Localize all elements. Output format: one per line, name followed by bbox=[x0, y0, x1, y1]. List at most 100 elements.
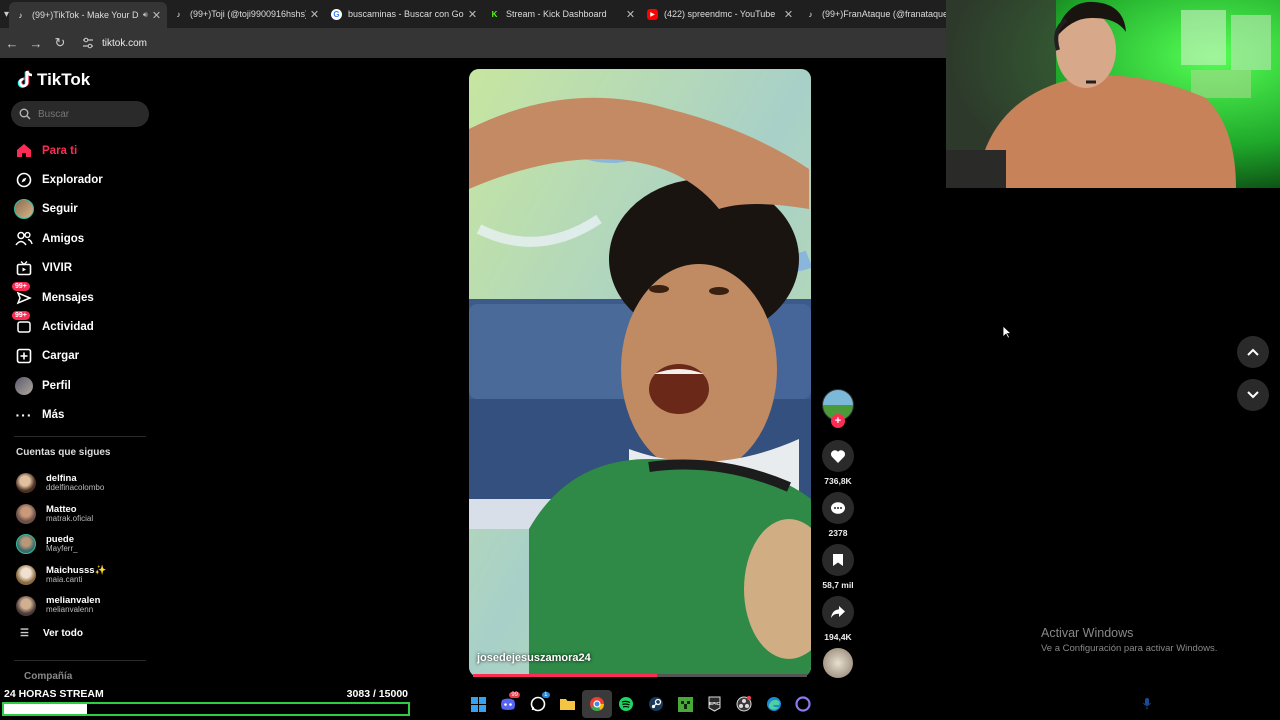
tab-close-icon[interactable]: ✕ bbox=[468, 8, 477, 21]
live-icon bbox=[14, 258, 34, 278]
bookmark-icon bbox=[822, 544, 854, 576]
tiktok-logo[interactable]: TikTok bbox=[16, 70, 90, 90]
video-progress-bar[interactable] bbox=[473, 674, 807, 677]
compass-icon bbox=[14, 170, 34, 190]
profile-avatar-icon bbox=[14, 376, 34, 396]
discord-icon bbox=[501, 698, 516, 710]
forward-icon[interactable]: → bbox=[24, 36, 48, 51]
tab-close-icon[interactable]: ✕ bbox=[152, 9, 161, 22]
microphone-icon bbox=[1143, 698, 1151, 710]
save-button[interactable]: 58,7 mil bbox=[822, 544, 854, 590]
company-link[interactable]: Compañía bbox=[24, 671, 72, 682]
steam-icon bbox=[648, 697, 663, 711]
minecraft-taskbar-button[interactable] bbox=[671, 690, 701, 718]
nav-label: Actividad bbox=[42, 321, 94, 334]
video-username[interactable]: josedejesuszamora24 bbox=[477, 652, 591, 664]
following-account[interactable]: puede Mayferr_ bbox=[16, 529, 156, 560]
chrome-taskbar-button[interactable] bbox=[582, 690, 612, 718]
see-all-button[interactable]: ☰ Ver todo bbox=[20, 628, 83, 639]
obs-taskbar-button[interactable] bbox=[730, 690, 760, 718]
nav-item-perfil[interactable]: Perfil bbox=[14, 371, 154, 400]
nav-item-seguir[interactable]: Seguir bbox=[14, 195, 154, 224]
tab-audio-icon[interactable]: 🔊︎ bbox=[143, 10, 148, 20]
nav-item-explorador[interactable]: Explorador bbox=[14, 165, 154, 194]
discord-taskbar-button[interactable]: 99 bbox=[494, 690, 524, 718]
share-button[interactable]: 194,4K bbox=[822, 596, 854, 642]
following-account[interactable]: Matteo matrak.oficial bbox=[16, 499, 156, 530]
mouse-cursor-icon bbox=[1002, 325, 1012, 339]
avatar bbox=[16, 503, 36, 524]
spotify-taskbar-button[interactable] bbox=[612, 690, 642, 718]
nav-item-vivir[interactable]: VIVIR bbox=[14, 254, 154, 283]
comment-button[interactable]: 2378 bbox=[822, 492, 854, 538]
account-handle: melianvalenn bbox=[46, 605, 94, 615]
back-icon[interactable]: ← bbox=[0, 36, 24, 51]
site-settings-icon[interactable] bbox=[82, 37, 94, 49]
edge-taskbar-button[interactable] bbox=[759, 690, 789, 718]
svg-text:EPIC: EPIC bbox=[709, 701, 720, 706]
obs-icon bbox=[736, 696, 752, 712]
file-explorer-taskbar-button[interactable] bbox=[553, 690, 583, 718]
more-icon: ··· bbox=[15, 407, 33, 424]
messages-badge: 99+ bbox=[12, 281, 30, 291]
nav-item-actividad[interactable]: 99+ Actividad bbox=[12, 311, 154, 341]
video-player[interactable] bbox=[469, 69, 811, 677]
windows-start-button[interactable] bbox=[464, 690, 494, 718]
tab-close-icon[interactable]: ✕ bbox=[310, 8, 319, 21]
browser-toolbar: ← → ↻ tiktok.com bbox=[0, 28, 946, 58]
logo-text: TikTok bbox=[37, 70, 91, 89]
avatar bbox=[16, 534, 36, 555]
tab-close-icon[interactable]: ✕ bbox=[626, 8, 635, 21]
next-video-button[interactable] bbox=[1237, 379, 1269, 411]
music-disc-avatar[interactable] bbox=[823, 648, 853, 678]
account-handle: Mayferr_ bbox=[46, 544, 78, 554]
save-count: 58,7 mil bbox=[822, 580, 854, 590]
steam-taskbar-button[interactable] bbox=[641, 690, 671, 718]
nav-label: Mensajes bbox=[42, 291, 94, 304]
youtube-icon: ▶ bbox=[647, 8, 659, 20]
cortana-taskbar-button[interactable] bbox=[789, 690, 819, 718]
like-button[interactable]: 736,8K bbox=[822, 440, 854, 486]
windows-activation-watermark: Activar Windows Ve a Configuración para … bbox=[1041, 626, 1217, 654]
browser-tab[interactable]: K Stream - Kick Dashboard ✕ bbox=[483, 0, 641, 28]
search-input[interactable]: Buscar bbox=[11, 101, 149, 127]
url-text: tiktok.com bbox=[102, 37, 148, 49]
chevron-up-icon bbox=[1247, 348, 1259, 356]
nav-item-cargar[interactable]: Cargar bbox=[14, 342, 154, 371]
like-count: 736,8K bbox=[824, 476, 852, 486]
reload-icon[interactable]: ↻ bbox=[48, 35, 72, 51]
browser-tab[interactable]: ▶ (422) spreendmc - YouTube ✕ bbox=[641, 0, 799, 28]
whatsapp-icon bbox=[530, 696, 546, 712]
watermark-subtitle: Ve a Configuración para activar Windows. bbox=[1041, 643, 1218, 654]
nav-item-para-ti[interactable]: Para ti bbox=[14, 136, 154, 165]
nav-item-mas[interactable]: ··· Más bbox=[14, 401, 154, 430]
edge-icon bbox=[766, 697, 781, 711]
following-account[interactable]: delfina ddelfinacolombo bbox=[16, 468, 156, 499]
browser-tab[interactable]: Gbuscaminas - Buscar con Google ✕ bbox=[325, 0, 483, 28]
upload-icon bbox=[14, 346, 34, 366]
video-frame-image bbox=[469, 69, 811, 677]
folder-icon bbox=[559, 699, 575, 710]
comment-count: 2378 bbox=[828, 528, 848, 538]
tab-close-icon[interactable]: ✕ bbox=[784, 8, 793, 21]
browser-tab[interactable]: ♪ (99+)FranAtaque (@franataque) bbox=[799, 0, 957, 28]
address-bar[interactable]: tiktok.com bbox=[82, 37, 147, 49]
nav-label: Más bbox=[42, 409, 65, 422]
browser-tab[interactable]: ♪ (99+)Toji (@toji9900916hshs) | ✕ bbox=[167, 0, 325, 28]
sidebar-divider bbox=[14, 660, 146, 661]
whatsapp-taskbar-button[interactable]: 1 bbox=[523, 690, 553, 718]
follow-plus-button[interactable]: + bbox=[831, 414, 845, 428]
circle-app-icon bbox=[795, 696, 811, 712]
nav-label: Para ti bbox=[42, 144, 78, 157]
nav-item-mensajes[interactable]: 99+ Mensajes bbox=[12, 281, 154, 312]
epic-games-taskbar-button[interactable]: EPIC bbox=[700, 690, 730, 718]
following-account[interactable]: Maichusss✨ maia.canti bbox=[16, 560, 156, 591]
following-account[interactable]: melianvalen melianvalenn bbox=[16, 590, 156, 621]
nav-item-amigos[interactable]: Amigos bbox=[14, 224, 154, 253]
browser-tab[interactable]: ♪ (99+)TikTok - Make Your Day 🔊︎ ✕ bbox=[9, 2, 168, 28]
previous-video-button[interactable] bbox=[1237, 336, 1269, 368]
account-handle: ddelfinacolombo bbox=[46, 483, 105, 493]
sidebar: TikTok Buscar Para ti Explorador Seguir … bbox=[0, 58, 160, 720]
search-icon bbox=[19, 108, 31, 120]
spotify-icon bbox=[619, 697, 634, 711]
